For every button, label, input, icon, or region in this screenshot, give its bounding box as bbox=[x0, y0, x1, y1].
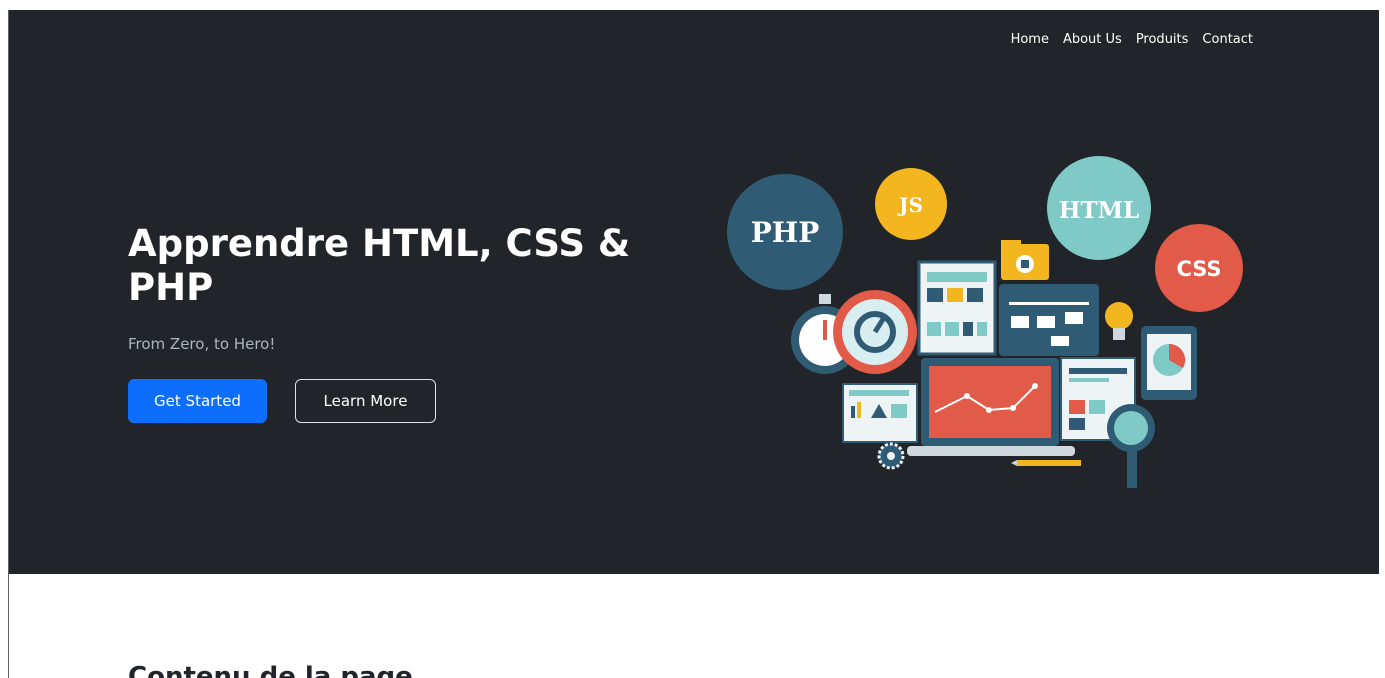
gear-icon bbox=[877, 442, 905, 470]
tablet-icon bbox=[1141, 326, 1197, 400]
learn-more-button[interactable]: Learn More bbox=[295, 379, 436, 423]
pencil-icon bbox=[1011, 460, 1081, 466]
window-edge-right bbox=[1379, 0, 1385, 678]
gauge-icon bbox=[833, 290, 917, 374]
illustration-svg: PHP JS HTML CSS bbox=[727, 156, 1243, 488]
html-label: HTML bbox=[1059, 197, 1139, 224]
hero-section: Home About Us Produits Contact Apprendre… bbox=[9, 10, 1379, 574]
hero-title: Apprendre HTML, CSS & PHP bbox=[128, 222, 631, 310]
magnifier-icon bbox=[1107, 404, 1155, 488]
js-label: JS bbox=[897, 193, 923, 217]
get-started-button[interactable]: Get Started bbox=[128, 379, 267, 423]
web-dev-illustration: PHP JS HTML CSS bbox=[721, 150, 1261, 490]
webpage-mockup-icon bbox=[917, 260, 997, 356]
content-section-title: Contenu de la page bbox=[128, 662, 413, 678]
nav-produits-link[interactable]: Produits bbox=[1136, 32, 1189, 47]
nav-home-link[interactable]: Home bbox=[1011, 32, 1049, 47]
laptop-icon bbox=[907, 358, 1075, 456]
folder-icon bbox=[1001, 240, 1049, 280]
nav-about-link[interactable]: About Us bbox=[1063, 32, 1122, 47]
flowchart-icon bbox=[999, 284, 1099, 356]
css-label: CSS bbox=[1176, 257, 1221, 281]
lightbulb-icon bbox=[1105, 302, 1133, 340]
dashboard-mockup-icon bbox=[842, 383, 918, 443]
window-edge bbox=[0, 0, 8, 678]
hero-subtitle: From Zero, to Hero! bbox=[128, 335, 276, 353]
nav-contact-link[interactable]: Contact bbox=[1202, 32, 1253, 47]
php-label: PHP bbox=[751, 216, 820, 249]
top-nav: Home About Us Produits Contact bbox=[1011, 32, 1253, 47]
page: Home About Us Produits Contact Apprendre… bbox=[0, 0, 1385, 678]
